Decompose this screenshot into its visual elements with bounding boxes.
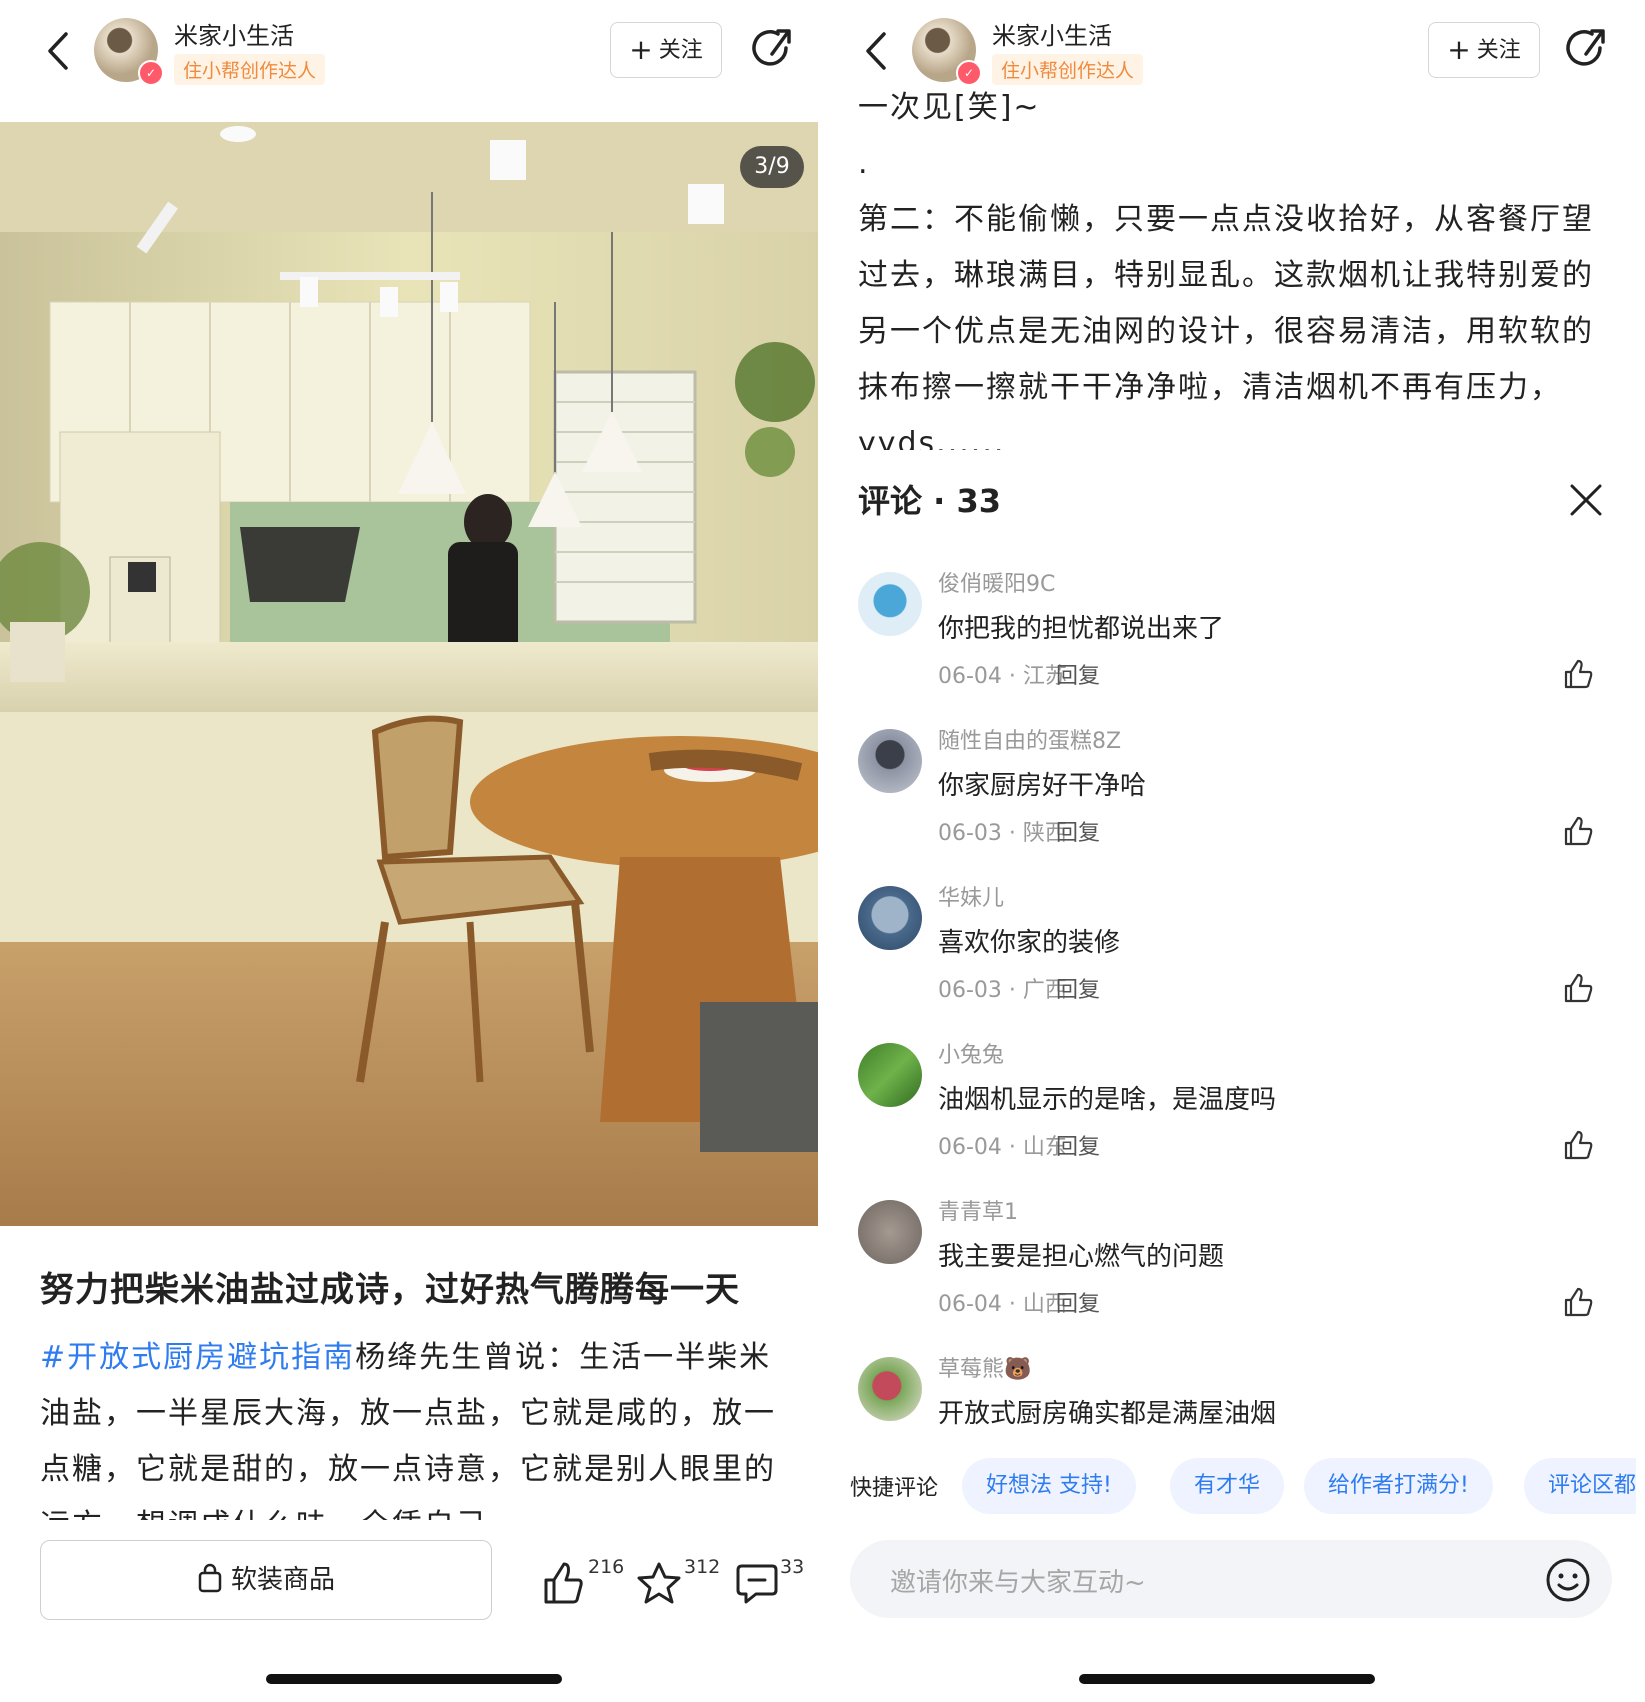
comment-text: 你家厨房好干净哈 bbox=[938, 771, 1147, 801]
author-tag: 住小帮创作达人 bbox=[174, 54, 326, 85]
emoji-icon[interactable] bbox=[1544, 1556, 1592, 1604]
home-indicator bbox=[266, 1674, 562, 1684]
verified-badge-icon: ✓ bbox=[956, 60, 982, 86]
comment-item: 青青草1 我主要是担心燃气的问题 06-04 · 山西 回复 bbox=[858, 1194, 1598, 1344]
shop-button[interactable]: 软装商品 bbox=[40, 1540, 492, 1620]
author-name[interactable]: 米家小生活 bbox=[174, 16, 294, 51]
commenter-avatar[interactable] bbox=[858, 886, 922, 950]
comments-header: 评论 · 33 bbox=[858, 476, 1001, 522]
follow-label: 关注 bbox=[1476, 38, 1521, 63]
commenter-name[interactable]: 小兔兔 bbox=[938, 1037, 1004, 1069]
comment-item: 小兔兔 油烟机显示的是啥，是温度吗 06-04 · 山东 回复 bbox=[858, 1037, 1598, 1187]
reply-button[interactable]: 回复 bbox=[1056, 1129, 1100, 1161]
comments-label: 评论 bbox=[858, 482, 923, 520]
share-icon[interactable] bbox=[748, 24, 796, 72]
comment-text: 你把我的担忧都说出来了 bbox=[938, 614, 1225, 644]
commenter-name[interactable]: 随性自由的蛋糕8Z bbox=[938, 723, 1121, 755]
plus-icon: + bbox=[629, 33, 653, 66]
comment-count: 33 bbox=[780, 1556, 805, 1578]
shop-label: 软装商品 bbox=[230, 1565, 335, 1595]
comment-text: 开放式厨房确实都是满屋油烟 bbox=[938, 1399, 1277, 1429]
quick-comments-bar: 快捷评论 好想法 支持! 有才华 给作者打满分! 评论区都是 bbox=[818, 1450, 1636, 1530]
star-count: 312 bbox=[684, 1556, 721, 1578]
like-count: 216 bbox=[588, 1556, 625, 1578]
post-title: 努力把柴米油盐过成诗，过好热气腾腾每一天 bbox=[40, 1270, 740, 1310]
comment-item: 草莓熊🐻 开放式厨房确实都是满屋油烟 bbox=[858, 1351, 1598, 1437]
comment-date: 06-03 bbox=[938, 978, 1002, 1003]
comment-input-placeholder: 邀请你来与大家互动~ bbox=[890, 1568, 1146, 1598]
comment-item: 华妹儿 喜欢你家的装修 06-03 · 广西 回复 bbox=[858, 880, 1598, 1030]
bottom-action-bar: 软装商品 216 312 33 bbox=[0, 1520, 818, 1630]
verified-badge-icon: ✓ bbox=[138, 60, 164, 86]
post-description: 一次见[笑]~ . 第二：不能偷懒，只要一点点没收拾好，从客餐厅望过去，琳琅满目… bbox=[858, 80, 1598, 450]
commenter-avatar[interactable] bbox=[858, 1200, 922, 1264]
follow-label: 关注 bbox=[658, 38, 703, 63]
like-icon[interactable] bbox=[1562, 815, 1594, 847]
comment-date: 06-04 bbox=[938, 1135, 1002, 1160]
like-icon[interactable] bbox=[1562, 1129, 1594, 1161]
bag-icon bbox=[198, 1563, 222, 1593]
commenter-name[interactable]: 华妹儿 bbox=[938, 880, 1004, 912]
comment-meta: 06-04 · 山西 bbox=[938, 1292, 1067, 1317]
hashtag-link[interactable]: #开放式厨房避坑指南 bbox=[40, 1340, 355, 1375]
follow-button[interactable]: + 关注 bbox=[1428, 22, 1540, 78]
commenter-name[interactable]: 俊俏暖阳9C bbox=[938, 566, 1055, 598]
author-name[interactable]: 米家小生活 bbox=[992, 16, 1112, 51]
commenter-name[interactable]: 青青草1 bbox=[938, 1194, 1018, 1226]
share-icon[interactable] bbox=[1562, 24, 1610, 72]
comment-text: 我主要是担心燃气的问题 bbox=[938, 1242, 1225, 1272]
comment-meta: 06-04 · 山东 bbox=[938, 1135, 1067, 1160]
commenter-avatar[interactable] bbox=[858, 1357, 922, 1421]
comments-panel: ✓ 米家小生活 住小帮创作达人 + 关注 一次见[笑]~ . 第二：不能偷懒，只要… bbox=[818, 0, 1636, 1702]
post-detail-panel: ✓ 米家小生活 住小帮创作达人 + 关注 3/9 努力把柴米油盐过成诗，过好热气… bbox=[0, 0, 818, 1702]
comment-meta: 06-04 · 江苏 bbox=[938, 664, 1067, 689]
comment-item: 俊俏暖阳9C 你把我的担忧都说出来了 06-04 · 江苏 回复 bbox=[858, 566, 1598, 716]
quick-comment-chip[interactable]: 好想法 支持! bbox=[962, 1458, 1136, 1514]
star-icon[interactable] bbox=[636, 1560, 682, 1606]
comment-input[interactable]: 邀请你来与大家互动~ bbox=[850, 1540, 1612, 1618]
like-icon[interactable] bbox=[1562, 1286, 1594, 1318]
quick-comment-chip[interactable]: 给作者打满分! bbox=[1304, 1458, 1493, 1514]
post-image[interactable] bbox=[0, 122, 818, 1226]
comment-item: 随性自由的蛋糕8Z 你家厨房好干净哈 06-03 · 陕西 回复 bbox=[858, 723, 1598, 873]
quick-comment-chip[interactable]: 评论区都是 bbox=[1524, 1458, 1636, 1514]
commenter-name[interactable]: 草莓熊🐻 bbox=[938, 1351, 1031, 1383]
reply-button[interactable]: 回复 bbox=[1056, 815, 1100, 847]
comment-date: 06-04 bbox=[938, 1292, 1002, 1317]
top-bar: ✓ 米家小生活 住小帮创作达人 + 关注 bbox=[818, 0, 1636, 90]
top-bar: ✓ 米家小生活 住小帮创作达人 + 关注 bbox=[0, 0, 818, 120]
close-icon[interactable] bbox=[1566, 480, 1606, 520]
comment-meta: 06-03 · 广西 bbox=[938, 978, 1067, 1003]
comment-meta: 06-03 · 陕西 bbox=[938, 821, 1067, 846]
author-tag: 住小帮创作达人 bbox=[992, 54, 1144, 85]
thumb-up-icon[interactable] bbox=[540, 1560, 586, 1606]
desc-dot: . bbox=[858, 146, 870, 181]
reply-button[interactable]: 回复 bbox=[1056, 972, 1100, 1004]
comment-text: 喜欢你家的装修 bbox=[938, 928, 1121, 958]
quick-comment-chip[interactable]: 有才华 bbox=[1170, 1458, 1285, 1514]
comments-separator: · bbox=[933, 482, 946, 520]
commenter-avatar[interactable] bbox=[858, 729, 922, 793]
comments-count: 33 bbox=[956, 482, 1001, 520]
like-icon[interactable] bbox=[1562, 658, 1594, 690]
like-icon[interactable] bbox=[1562, 972, 1594, 1004]
comment-date: 06-04 bbox=[938, 664, 1002, 689]
reply-button[interactable]: 回复 bbox=[1056, 658, 1100, 690]
plus-icon: + bbox=[1447, 33, 1471, 66]
comment-text: 油烟机显示的是啥，是温度吗 bbox=[938, 1085, 1277, 1115]
reply-button[interactable]: 回复 bbox=[1056, 1286, 1100, 1318]
back-icon[interactable] bbox=[38, 26, 78, 76]
commenter-avatar[interactable] bbox=[858, 1043, 922, 1107]
back-icon[interactable] bbox=[856, 26, 896, 76]
image-counter: 3/9 bbox=[740, 146, 804, 188]
post-body: #开放式厨房避坑指南杨绛先生曾说：生活一半柴米油盐，一半星辰大海，放一点盐，它就… bbox=[40, 1330, 790, 1520]
home-indicator bbox=[1079, 1674, 1375, 1684]
desc-paragraph: 第二：不能偷懒，只要一点点没收拾好，从客餐厅望过去，琳琅满目，特别显乱。这款烟机… bbox=[858, 202, 1594, 450]
follow-button[interactable]: + 关注 bbox=[610, 22, 722, 78]
quick-comments-label: 快捷评论 bbox=[850, 1476, 939, 1501]
commenter-avatar[interactable] bbox=[858, 572, 922, 636]
comment-date: 06-03 bbox=[938, 821, 1002, 846]
comment-icon[interactable] bbox=[734, 1560, 780, 1606]
